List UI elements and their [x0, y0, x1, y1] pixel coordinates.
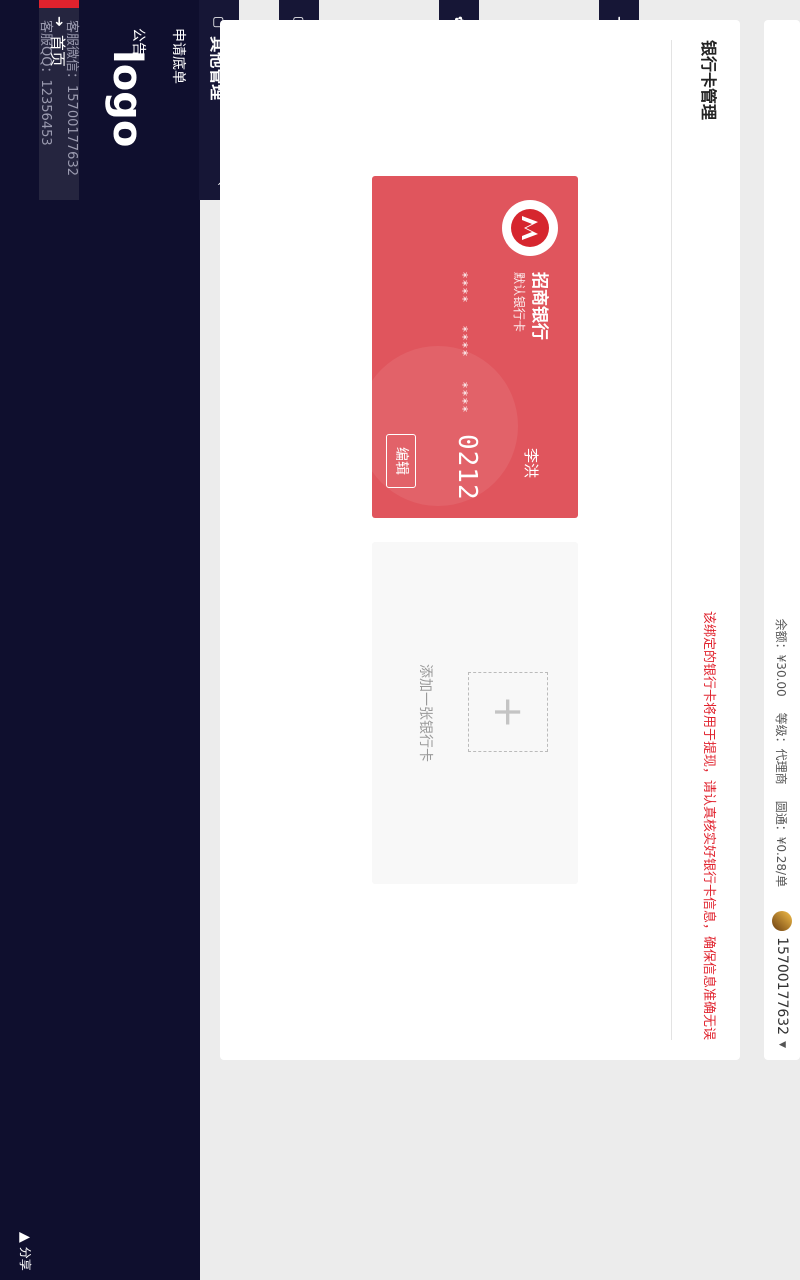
- default-card-label: 默认银行卡: [512, 272, 526, 333]
- avatar[interactable]: [772, 911, 792, 932]
- contact-info: 客服微信：15700177632 客服QQ：12356453: [32, 20, 84, 176]
- card-mask-3: ****: [456, 382, 470, 414]
- bank-name: 招商银行: [529, 272, 549, 340]
- card-mask-2: ****: [456, 326, 470, 358]
- share-label: 分享: [18, 1246, 32, 1271]
- contact-qq: 客服QQ：12356453: [38, 20, 53, 146]
- contact-wechat: 客服微信：15700177632: [64, 20, 79, 176]
- bank-card: 招商银行 默认银行卡 李洪 **** **** **** 0212 编辑: [372, 176, 578, 518]
- card-mask-1: ****: [456, 272, 470, 304]
- edit-card-button[interactable]: 编辑: [386, 434, 416, 488]
- add-card-label: 添加一张银行卡: [417, 664, 433, 762]
- card-last4: 0212: [452, 434, 482, 501]
- bank-logo-icon: [502, 200, 558, 256]
- share-handle[interactable]: ▲ 分享: [17, 1232, 34, 1271]
- add-card-button[interactable]: + 添加一张银行卡: [372, 542, 578, 884]
- chevron-down-icon[interactable]: ▼: [777, 1041, 787, 1048]
- share-icon: ▲: [17, 1232, 34, 1243]
- sidebar-item-other-1[interactable]: 公告: [119, 0, 159, 200]
- sidebar-item-label: 申请底单: [170, 28, 186, 84]
- app-frame: logo ➜ 首页 ➜任务管理‹批量发货12任务列表快递单列表✿资金管理‹充值3…: [0, 0, 800, 1280]
- level-text: 等级：代理商: [774, 712, 789, 785]
- user-info-bar: 余额：¥30.00 等级：代理商 圆通：¥0.28/单 15700177632 …: [764, 20, 800, 1060]
- title-divider: [671, 40, 672, 1040]
- username[interactable]: 15700177632: [774, 937, 790, 1035]
- card-holder: 李洪: [522, 447, 540, 478]
- balance-text: 余额：¥30.00: [774, 618, 789, 697]
- sidebar-item-label: 公告: [130, 28, 146, 56]
- notice-text: 该绑定的银行卡将用于提现，请认真核实好银行卡信息，确保信息准确无误: [701, 610, 716, 1040]
- main-panel: 银行卡管理 该绑定的银行卡将用于提现，请认真核实好银行卡信息，确保信息准确无误 …: [220, 20, 740, 1060]
- plus-icon: +: [468, 672, 548, 752]
- sidebar-item-other-0[interactable]: 申请底单: [159, 0, 199, 200]
- page-title: 银行卡管理: [699, 40, 718, 121]
- rate-text: 圆通：¥0.28/单: [774, 800, 789, 888]
- menu-rows: ➜任务管理‹批量发货12任务列表快递单列表✿资金管理‹充值3交易流水银行卡管理▢…: [0, 0, 639, 200]
